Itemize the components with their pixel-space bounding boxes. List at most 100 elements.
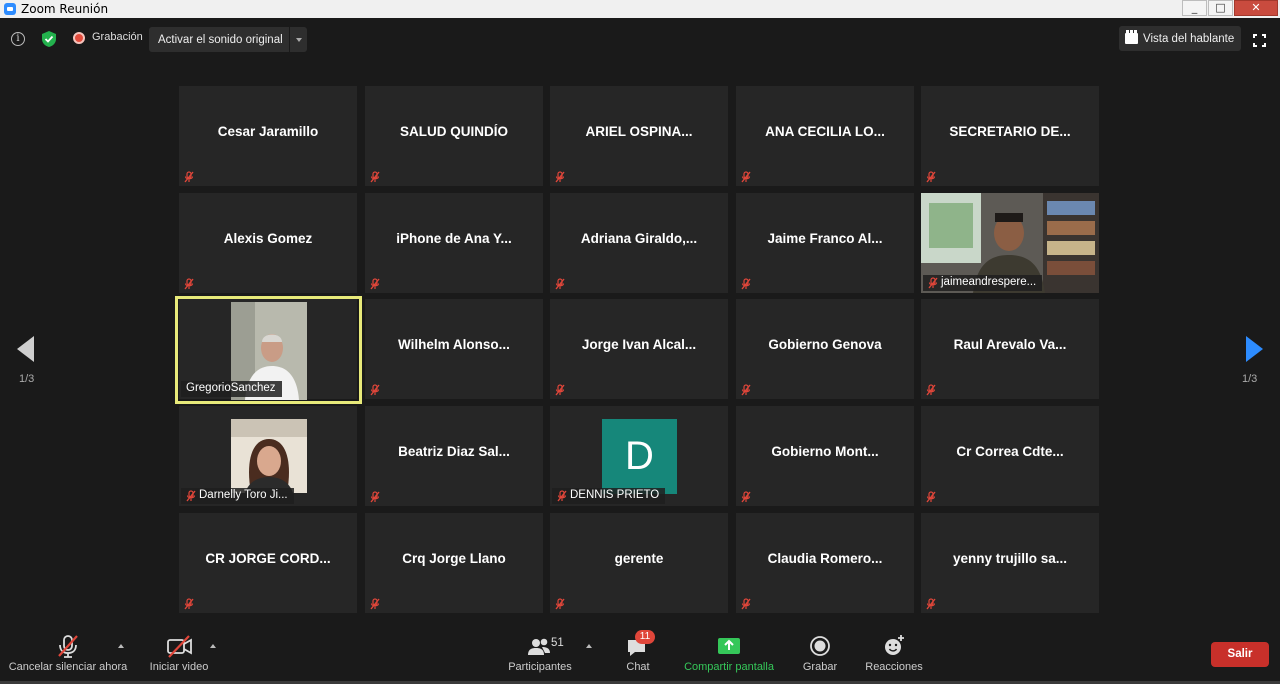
participant-name: Gobierno Genova (768, 337, 882, 352)
participant-tile[interactable]: Wilhelm Alonso... (365, 299, 543, 399)
original-sound-label: Activar el sonido original (158, 33, 283, 46)
recording-icon (73, 32, 85, 44)
share-screen-label: Compartir pantalla (684, 661, 774, 673)
participant-name: Claudia Romero... (767, 551, 883, 566)
microphone-muted-icon (183, 170, 195, 183)
participant-tile[interactable]: ARIEL OSPINA... (550, 86, 728, 186)
participant-name: Darnelly Toro Ji... (199, 489, 288, 501)
participant-tile[interactable]: Darnelly Toro Ji... (179, 406, 357, 506)
camera-off-icon (167, 635, 192, 658)
participant-avatar: D (602, 419, 677, 494)
participants-count: 51 (551, 637, 564, 649)
participant-name: DENNIS PRIETO (570, 489, 660, 501)
participant-name: Beatriz Diaz Sal... (398, 444, 510, 459)
participant-tile[interactable]: Cesar Jaramillo (179, 86, 357, 186)
participant-tile[interactable]: Jaime Franco Al... (736, 193, 914, 293)
participant-tile[interactable]: SECRETARIO DE... (921, 86, 1099, 186)
chat-unread-badge: 11 (635, 630, 655, 644)
participant-name: iPhone de Ana Y... (396, 231, 512, 246)
microphone-muted-icon (925, 383, 937, 396)
participants-label: Participantes (508, 661, 572, 673)
microphone-muted-icon (369, 170, 381, 183)
chat-icon-wrap: 11 (623, 630, 655, 660)
share-screen-button[interactable]: Compartir pantalla (680, 626, 778, 684)
participant-name: SALUD QUINDÍO (400, 124, 508, 139)
previous-page-arrow-icon[interactable] (17, 336, 34, 362)
microphone-muted-icon (925, 597, 937, 610)
start-video-label: Iniciar video (149, 661, 209, 673)
participant-tile[interactable]: Adriana Giraldo,... (550, 193, 728, 293)
participants-options-caret-icon[interactable] (586, 644, 592, 648)
original-sound-button[interactable]: Activar el sonido original (149, 27, 307, 52)
reactions-label: Reacciones (865, 661, 923, 673)
microphone-muted-icon (183, 277, 195, 290)
microphone-muted-icon (369, 597, 381, 610)
chat-label: Chat (626, 661, 650, 673)
reactions-button[interactable]: Reacciones (862, 626, 926, 684)
microphone-muted-icon (369, 277, 381, 290)
participant-name-label: jaimeandrespere... (923, 275, 1043, 291)
participants-icon-wrap: 51 (525, 632, 564, 660)
microphone-muted-icon (183, 597, 195, 610)
participant-tile[interactable]: yenny trujillo sa... (921, 513, 1099, 613)
participant-tile[interactable]: SALUD QUINDÍO (365, 86, 543, 186)
start-video-button[interactable]: Iniciar video (144, 626, 214, 684)
microphone-muted-icon (554, 277, 566, 290)
participant-tile[interactable]: Crq Jorge Llano (365, 513, 543, 613)
participant-name-label: Darnelly Toro Ji... (181, 488, 294, 504)
participant-name: ARIEL OSPINA... (585, 124, 693, 139)
participant-tile[interactable]: Jorge Ivan Alcal... (550, 299, 728, 399)
participant-tile[interactable]: Cr Correa Cdte... (921, 406, 1099, 506)
participant-name: Cr Correa Cdte... (956, 444, 1064, 459)
record-button[interactable]: Grabar (796, 626, 844, 684)
microphone-muted-icon (740, 277, 752, 290)
encryption-shield-icon[interactable] (41, 30, 57, 48)
participant-name: Crq Jorge Llano (402, 551, 506, 566)
participant-tile[interactable]: jaimeandrespere... (921, 193, 1099, 293)
participant-tile[interactable]: Alexis Gomez (179, 193, 357, 293)
participant-name: Jaime Franco Al... (767, 231, 883, 246)
chevron-down-icon[interactable] (289, 27, 307, 52)
participant-name: ANA CECILIA LO... (765, 124, 885, 139)
page-indicator-left: 1/3 (19, 373, 35, 385)
close-window-button[interactable]: ✕ (1234, 0, 1278, 16)
unmute-button[interactable]: Cancelar silenciar ahora (8, 626, 128, 684)
participant-tile[interactable]: D DENNIS PRIETO (550, 406, 728, 506)
participant-tile[interactable]: CR JORGE CORD... (179, 513, 357, 613)
minimize-button[interactable]: _ (1182, 0, 1207, 16)
microphone-muted-icon (740, 383, 752, 396)
microphone-muted-icon (740, 490, 752, 503)
participant-tile[interactable]: Beatriz Diaz Sal... (365, 406, 543, 506)
reactions-icon (885, 635, 904, 655)
microphone-muted-icon (740, 597, 752, 610)
maximize-button[interactable]: □ (1208, 0, 1233, 16)
unmute-label: Cancelar silenciar ahora (8, 661, 128, 673)
leave-meeting-button[interactable]: Salir (1211, 642, 1269, 667)
audio-options-caret-icon[interactable] (118, 644, 124, 648)
microphone-muted-icon (554, 597, 566, 610)
meeting-toolbar: Cancelar silenciar ahora Iniciar video 5… (0, 626, 1280, 684)
microphone-muted-icon (554, 170, 566, 183)
participant-tile[interactable]: gerente (550, 513, 728, 613)
window-controls: _ □ ✕ (1182, 0, 1278, 16)
microphone-muted-icon (927, 277, 939, 289)
meeting-info-icon[interactable]: i (11, 32, 25, 46)
fullscreen-icon[interactable] (1253, 34, 1266, 47)
chat-button[interactable]: 11 Chat (613, 626, 663, 684)
participant-tile[interactable]: Gobierno Mont... (736, 406, 914, 506)
microphone-muted-icon (185, 490, 197, 502)
microphone-muted-icon (925, 170, 937, 183)
active-speaker-highlight (175, 296, 362, 404)
participant-tile[interactable]: iPhone de Ana Y... (365, 193, 543, 293)
next-page-arrow-icon[interactable] (1246, 336, 1263, 362)
participant-tile[interactable]: Claudia Romero... (736, 513, 914, 613)
participant-tile[interactable]: Raul Arevalo Va... (921, 299, 1099, 399)
participants-button[interactable]: 51 Participantes (505, 626, 575, 684)
participant-tile[interactable]: Gobierno Genova (736, 299, 914, 399)
microphone-muted-icon (369, 490, 381, 503)
video-options-caret-icon[interactable] (210, 644, 216, 648)
participant-name: CR JORGE CORD... (205, 551, 331, 566)
speaker-view-button[interactable]: Vista del hablante (1119, 26, 1241, 51)
speaker-view-label: Vista del hablante (1143, 32, 1235, 45)
participant-tile[interactable]: ANA CECILIA LO... (736, 86, 914, 186)
